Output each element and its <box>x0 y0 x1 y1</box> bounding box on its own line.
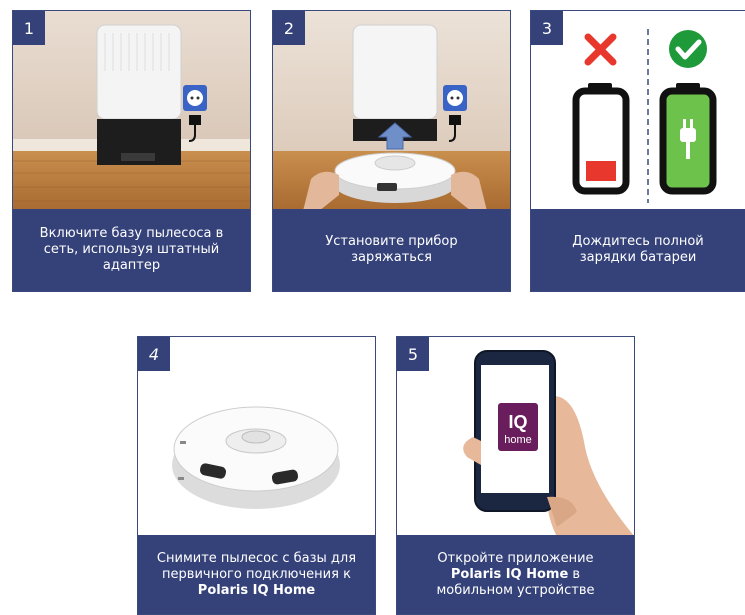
step-4-image <box>138 337 375 537</box>
battery-empty-icon <box>572 83 630 195</box>
step-card-2: 2 Установите прибор заряжаться <box>272 10 511 292</box>
step-number-3: 3 <box>531 11 563 45</box>
app-icon-line1: IQ <box>508 412 527 432</box>
step-5-caption-pre: Откройте приложение <box>437 550 594 566</box>
step-number-1: 1 <box>13 11 45 45</box>
app-icon-line2: home <box>504 434 532 446</box>
step-2-image <box>273 11 510 211</box>
step-5-caption: Откройте приложение Polaris IQ Home в мо… <box>397 535 634 614</box>
step-2-caption: Установите прибор заряжаться <box>273 209 510 291</box>
step-card-1: 1 Включите базу пылесоса в сеть, использ… <box>12 10 251 292</box>
step-number-4: 4 <box>138 337 170 371</box>
step-card-4: 4 Снимите пылесос с базы для первичного … <box>137 336 376 615</box>
fail-cross-icon <box>584 33 617 66</box>
step-4-caption-text: Снимите пылесос с базы для первичного по… <box>156 550 357 582</box>
step-number-5: 5 <box>397 337 429 371</box>
battery-full-icon <box>659 83 717 195</box>
step-3-caption: Дождитесь полной зарядки батареи <box>531 209 745 291</box>
step-4-app-name: Polaris IQ Home <box>197 582 316 598</box>
step-5-app-name: Polaris IQ Home <box>450 566 569 582</box>
step-4-caption: Снимите пылесос с базы для первичного по… <box>138 535 375 614</box>
step-1-image <box>13 11 250 211</box>
step-1-caption: Включите базу пылесоса в сеть, используя… <box>13 209 250 291</box>
step-number-2: 2 <box>273 11 305 45</box>
success-check-icon <box>669 30 707 68</box>
step-card-3: 3 Дождитесь полной зарядки батареи <box>530 10 745 292</box>
step-card-5: 5 IQ home Откройте приложение Polaris IQ… <box>396 336 635 615</box>
step-5-image: IQ home <box>397 337 634 537</box>
step-3-image <box>531 11 745 211</box>
